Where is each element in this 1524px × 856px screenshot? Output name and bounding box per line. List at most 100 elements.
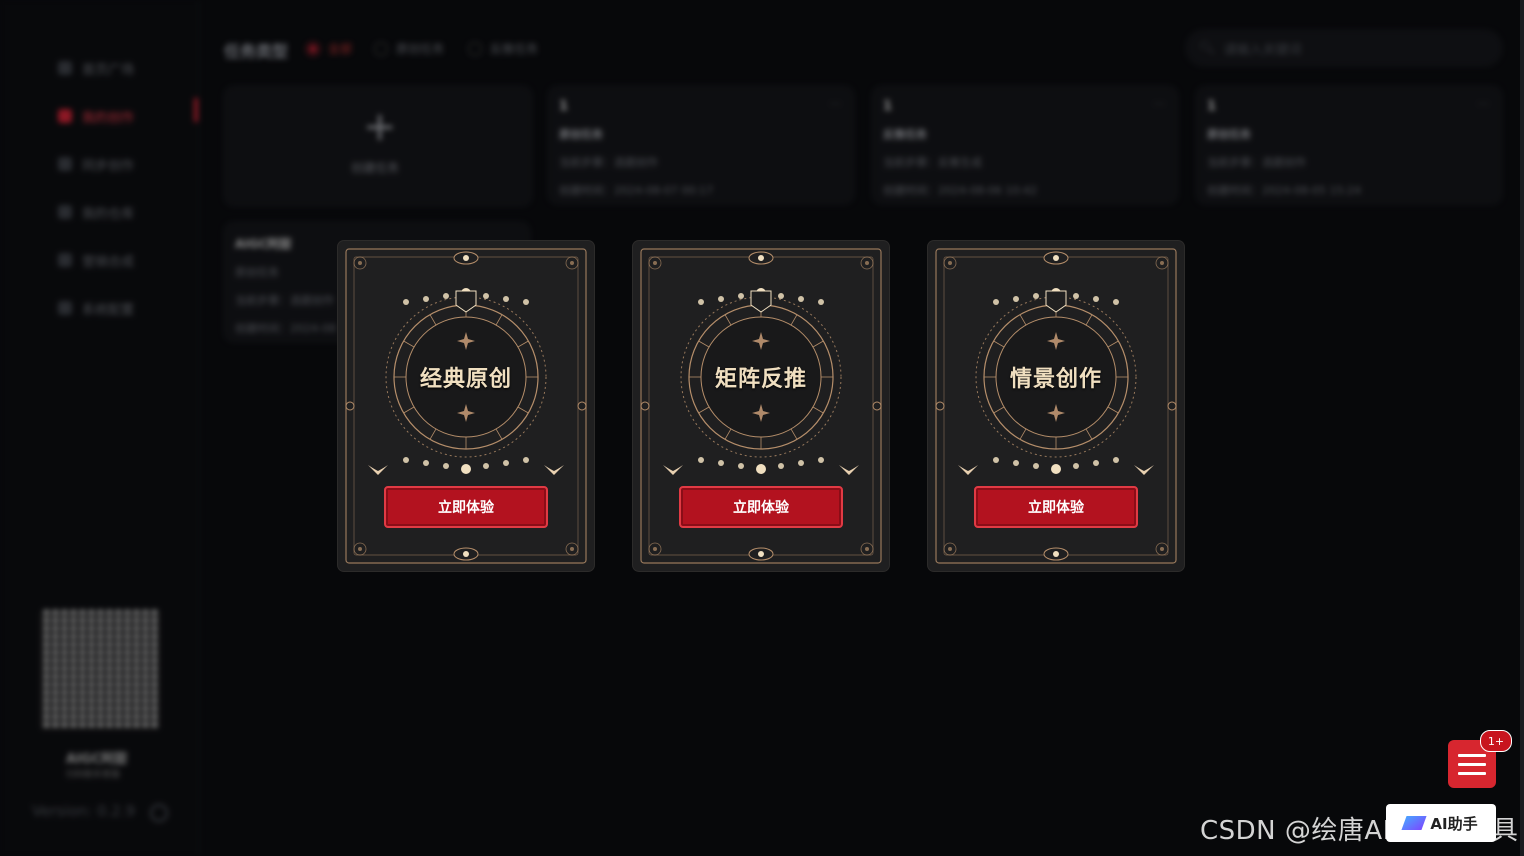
- moon-phase-icon: [818, 457, 824, 463]
- wheel-spoke: [429, 428, 437, 440]
- corner-dot-icon: [948, 261, 952, 265]
- moon-phase-icon: [483, 293, 489, 299]
- wheel-spoke: [993, 406, 1005, 414]
- bat-icon: [958, 465, 978, 475]
- moon-phase-icon: [698, 299, 704, 305]
- moon-phase-icon: [423, 460, 429, 466]
- wheel-spoke: [495, 314, 503, 326]
- wheel-spoke: [517, 406, 529, 414]
- eye-pupil-icon: [463, 551, 469, 557]
- eye-pupil-icon: [758, 255, 764, 261]
- moon-phase-icon: [1093, 296, 1099, 302]
- mode-card-title: 矩阵反推: [714, 367, 807, 392]
- moon-phase-icon: [523, 457, 529, 463]
- moon-phase-icon: [523, 299, 529, 305]
- moon-phase-icon: [443, 293, 449, 299]
- moon-phase-icon: [403, 299, 409, 305]
- moon-phase-icon: [1051, 464, 1061, 474]
- mode-card-title: 经典原创: [419, 367, 512, 392]
- corner-dot-icon: [358, 261, 362, 265]
- moon-phase-icon: [778, 463, 784, 469]
- corner-dot-icon: [865, 547, 869, 551]
- moon-phase-icon: [443, 463, 449, 469]
- zodiac-emblem-icon: [750, 290, 772, 313]
- try-now-button[interactable]: 立即体验: [974, 486, 1138, 528]
- corner-dot-icon: [865, 261, 869, 265]
- wheel-spoke: [1019, 314, 1027, 326]
- bat-icon: [663, 465, 683, 475]
- ai-logo-icon: [1401, 816, 1427, 830]
- wheel-spoke: [1019, 428, 1027, 440]
- moon-phase-icon: [1033, 293, 1039, 299]
- try-now-button[interactable]: 立即体验: [384, 486, 548, 528]
- moon-phase-icon: [503, 296, 509, 302]
- wheel-spoke: [698, 340, 710, 348]
- moon-phase-icon: [993, 299, 999, 305]
- moon-phase-icon: [718, 296, 724, 302]
- eye-pupil-icon: [463, 255, 469, 261]
- menu-line: [1458, 753, 1486, 757]
- wheel-spoke: [993, 340, 1005, 348]
- mode-card-title: 情景创作: [1009, 367, 1102, 392]
- wheel-spoke: [403, 406, 415, 414]
- moon-phase-icon: [403, 457, 409, 463]
- wheel-spoke: [724, 428, 732, 440]
- moon-phase-icon: [1073, 463, 1079, 469]
- eye-pupil-icon: [1053, 551, 1059, 557]
- moon-phase-icon: [993, 457, 999, 463]
- moon-phase-icon: [483, 463, 489, 469]
- wheel-spoke: [812, 340, 824, 348]
- mode-card-matrix[interactable]: 矩阵反推 立即体验: [633, 241, 889, 571]
- wheel-spoke: [790, 428, 798, 440]
- bat-icon: [544, 465, 564, 475]
- eye-pupil-icon: [758, 551, 764, 557]
- wheel-spoke: [429, 314, 437, 326]
- corner-dot-icon: [1160, 547, 1164, 551]
- side-ornament-icon: [640, 401, 650, 411]
- moon-phase-icon: [1033, 463, 1039, 469]
- wheel-spoke: [1107, 340, 1119, 348]
- side-ornament-icon: [872, 401, 882, 411]
- moon-phase-icon: [1013, 460, 1019, 466]
- side-ornament-icon: [1167, 401, 1177, 411]
- try-now-button[interactable]: 立即体验: [679, 486, 843, 528]
- wheel-spoke: [495, 428, 503, 440]
- mode-card-classic[interactable]: 经典原创 立即体验: [338, 241, 594, 571]
- wheel-spoke: [1085, 428, 1093, 440]
- moon-phase-icon: [423, 296, 429, 302]
- side-ornament-icon: [577, 401, 587, 411]
- corner-dot-icon: [570, 547, 574, 551]
- mode-card-scene[interactable]: 情景创作 立即体验: [928, 241, 1184, 571]
- ai-helper-button[interactable]: AI助手: [1386, 804, 1496, 842]
- zodiac-emblem-icon: [455, 290, 477, 313]
- moon-phase-icon: [818, 299, 824, 305]
- bat-icon: [839, 465, 859, 475]
- moon-phase-icon: [698, 457, 704, 463]
- corner-dot-icon: [358, 547, 362, 551]
- zodiac-emblem-icon: [1045, 290, 1067, 313]
- bat-icon: [1134, 465, 1154, 475]
- notification-badge: 1+: [1480, 730, 1512, 752]
- moon-phase-icon: [503, 460, 509, 466]
- wheel-spoke: [403, 340, 415, 348]
- moon-phase-icon: [461, 464, 471, 474]
- side-ornament-icon: [935, 401, 945, 411]
- scrollbar[interactable]: [1520, 0, 1524, 856]
- menu-line: [1458, 762, 1486, 766]
- moon-phase-icon: [798, 296, 804, 302]
- menu-line: [1458, 771, 1486, 775]
- corner-dot-icon: [653, 547, 657, 551]
- moon-phase-icon: [798, 460, 804, 466]
- moon-phase-icon: [1113, 299, 1119, 305]
- wheel-spoke: [724, 314, 732, 326]
- wheel-spoke: [1085, 314, 1093, 326]
- wheel-spoke: [517, 340, 529, 348]
- moon-phase-icon: [738, 293, 744, 299]
- corner-dot-icon: [948, 547, 952, 551]
- moon-phase-icon: [738, 463, 744, 469]
- ai-helper-label: AI助手: [1430, 814, 1478, 833]
- moon-phase-icon: [756, 464, 766, 474]
- wheel-spoke: [812, 406, 824, 414]
- moon-phase-icon: [718, 460, 724, 466]
- corner-dot-icon: [653, 261, 657, 265]
